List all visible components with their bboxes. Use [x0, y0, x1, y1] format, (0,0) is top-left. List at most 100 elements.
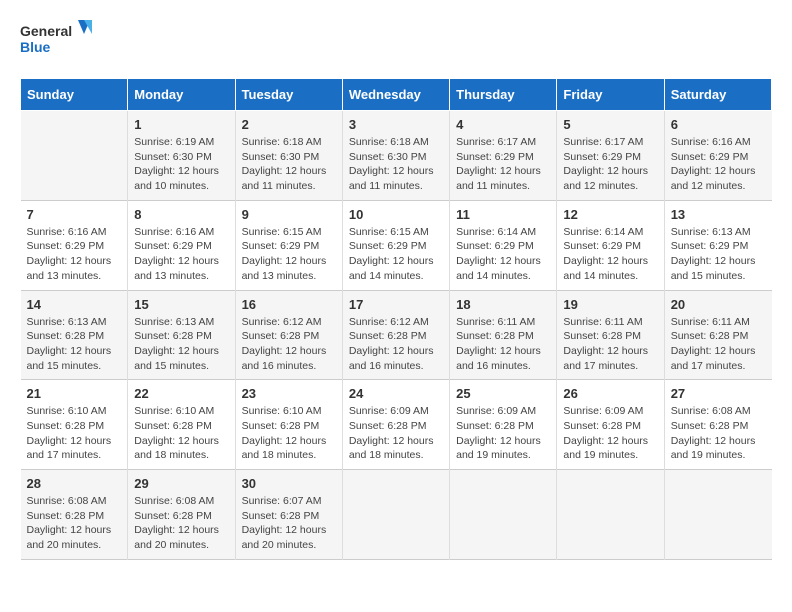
day-number: 1 [134, 117, 228, 132]
day-info: Sunrise: 6:08 AM Sunset: 6:28 PM Dayligh… [27, 494, 122, 553]
calendar-cell: 25 Sunrise: 6:09 AM Sunset: 6:28 PM Dayli… [450, 380, 557, 470]
calendar-cell: 27 Sunrise: 6:08 AM Sunset: 6:28 PM Dayli… [664, 380, 771, 470]
header-cell-thursday: Thursday [450, 79, 557, 111]
calendar-cell: 24Sunrise: 6:09 AM Sunset: 6:28 PM Dayli… [342, 380, 449, 470]
calendar-table: SundayMondayTuesdayWednesdayThursdayFrid… [20, 78, 772, 560]
calendar-week-4: 21 Sunrise: 6:10 AM Sunset: 6:28 PM Dayli… [21, 380, 772, 470]
svg-text:General: General [20, 23, 72, 39]
day-info: Sunrise: 6:13 AM Sunset: 6:28 PM Dayligh… [134, 315, 228, 374]
day-number: 19 [563, 297, 657, 312]
calendar-cell [21, 111, 128, 201]
day-info: Sunrise: 6:19 AM Sunset: 6:30 PM Dayligh… [134, 135, 228, 194]
calendar-week-5: 28 Sunrise: 6:08 AM Sunset: 6:28 PM Dayli… [21, 470, 772, 560]
calendar-week-1: 1 Sunrise: 6:19 AM Sunset: 6:30 PM Daylig… [21, 111, 772, 201]
calendar-cell: 16 Sunrise: 6:12 AM Sunset: 6:28 PM Dayli… [235, 290, 342, 380]
calendar-cell: 15 Sunrise: 6:13 AM Sunset: 6:28 PM Dayli… [128, 290, 235, 380]
day-number: 3 [349, 117, 443, 132]
logo-svg: GeneralBlue [20, 20, 100, 62]
calendar-cell: 29 Sunrise: 6:08 AM Sunset: 6:28 PM Dayli… [128, 470, 235, 560]
day-info: Sunrise: 6:12 AM Sunset: 6:28 PM Dayligh… [349, 315, 443, 374]
day-info: Sunrise: 6:08 AM Sunset: 6:28 PM Dayligh… [671, 404, 766, 463]
day-number: 7 [27, 207, 122, 222]
day-info: Sunrise: 6:10 AM Sunset: 6:28 PM Dayligh… [134, 404, 228, 463]
day-number: 22 [134, 386, 228, 401]
day-info: Sunrise: 6:12 AM Sunset: 6:28 PM Dayligh… [242, 315, 336, 374]
day-info: Sunrise: 6:17 AM Sunset: 6:29 PM Dayligh… [456, 135, 550, 194]
calendar-cell [664, 470, 771, 560]
header-cell-tuesday: Tuesday [235, 79, 342, 111]
calendar-cell: 3Sunrise: 6:18 AM Sunset: 6:30 PM Daylig… [342, 111, 449, 201]
day-info: Sunrise: 6:13 AM Sunset: 6:28 PM Dayligh… [27, 315, 122, 374]
calendar-cell: 11Sunrise: 6:14 AM Sunset: 6:29 PM Dayli… [450, 200, 557, 290]
calendar-cell: 18 Sunrise: 6:11 AM Sunset: 6:28 PM Dayli… [450, 290, 557, 380]
calendar-cell: 10 Sunrise: 6:15 AM Sunset: 6:29 PM Dayli… [342, 200, 449, 290]
day-number: 10 [349, 207, 443, 222]
calendar-cell: 20 Sunrise: 6:11 AM Sunset: 6:28 PM Dayli… [664, 290, 771, 380]
day-info: Sunrise: 6:10 AM Sunset: 6:28 PM Dayligh… [27, 404, 122, 463]
day-info: Sunrise: 6:16 AM Sunset: 6:29 PM Dayligh… [27, 225, 122, 284]
day-info: Sunrise: 6:13 AM Sunset: 6:29 PM Dayligh… [671, 225, 766, 284]
day-info: Sunrise: 6:14 AM Sunset: 6:29 PM Dayligh… [563, 225, 657, 284]
calendar-cell: 14 Sunrise: 6:13 AM Sunset: 6:28 PM Dayli… [21, 290, 128, 380]
day-info: Sunrise: 6:11 AM Sunset: 6:28 PM Dayligh… [563, 315, 657, 374]
calendar-week-3: 14 Sunrise: 6:13 AM Sunset: 6:28 PM Dayli… [21, 290, 772, 380]
calendar-cell [342, 470, 449, 560]
day-info: Sunrise: 6:16 AM Sunset: 6:29 PM Dayligh… [134, 225, 228, 284]
calendar-cell: 1 Sunrise: 6:19 AM Sunset: 6:30 PM Daylig… [128, 111, 235, 201]
day-info: Sunrise: 6:18 AM Sunset: 6:30 PM Dayligh… [242, 135, 336, 194]
calendar-cell: 22 Sunrise: 6:10 AM Sunset: 6:28 PM Dayli… [128, 380, 235, 470]
calendar-cell: 8 Sunrise: 6:16 AM Sunset: 6:29 PM Daylig… [128, 200, 235, 290]
day-info: Sunrise: 6:15 AM Sunset: 6:29 PM Dayligh… [349, 225, 443, 284]
header-cell-friday: Friday [557, 79, 664, 111]
day-number: 8 [134, 207, 228, 222]
header-cell-monday: Monday [128, 79, 235, 111]
day-info: Sunrise: 6:10 AM Sunset: 6:28 PM Dayligh… [242, 404, 336, 463]
day-number: 9 [242, 207, 336, 222]
day-number: 25 [456, 386, 550, 401]
day-info: Sunrise: 6:17 AM Sunset: 6:29 PM Dayligh… [563, 135, 657, 194]
day-info: Sunrise: 6:11 AM Sunset: 6:28 PM Dayligh… [456, 315, 550, 374]
calendar-cell: 23Sunrise: 6:10 AM Sunset: 6:28 PM Dayli… [235, 380, 342, 470]
day-number: 15 [134, 297, 228, 312]
calendar-cell [557, 470, 664, 560]
day-number: 28 [27, 476, 122, 491]
day-number: 30 [242, 476, 336, 491]
header-row: SundayMondayTuesdayWednesdayThursdayFrid… [21, 79, 772, 111]
day-info: Sunrise: 6:08 AM Sunset: 6:28 PM Dayligh… [134, 494, 228, 553]
day-number: 2 [242, 117, 336, 132]
day-number: 27 [671, 386, 766, 401]
calendar-week-2: 7 Sunrise: 6:16 AM Sunset: 6:29 PM Daylig… [21, 200, 772, 290]
calendar-cell: 13 Sunrise: 6:13 AM Sunset: 6:29 PM Dayli… [664, 200, 771, 290]
day-number: 21 [27, 386, 122, 401]
day-number: 20 [671, 297, 766, 312]
day-number: 16 [242, 297, 336, 312]
page-header: GeneralBlue [20, 20, 772, 62]
calendar-cell: 28 Sunrise: 6:08 AM Sunset: 6:28 PM Dayli… [21, 470, 128, 560]
calendar-cell: 12Sunrise: 6:14 AM Sunset: 6:29 PM Dayli… [557, 200, 664, 290]
day-info: Sunrise: 6:09 AM Sunset: 6:28 PM Dayligh… [456, 404, 550, 463]
day-number: 6 [671, 117, 766, 132]
day-info: Sunrise: 6:14 AM Sunset: 6:29 PM Dayligh… [456, 225, 550, 284]
calendar-cell: 9 Sunrise: 6:15 AM Sunset: 6:29 PM Daylig… [235, 200, 342, 290]
day-info: Sunrise: 6:07 AM Sunset: 6:28 PM Dayligh… [242, 494, 336, 553]
day-number: 4 [456, 117, 550, 132]
header-cell-wednesday: Wednesday [342, 79, 449, 111]
day-number: 13 [671, 207, 766, 222]
svg-text:Blue: Blue [20, 39, 51, 55]
calendar-cell: 2 Sunrise: 6:18 AM Sunset: 6:30 PM Daylig… [235, 111, 342, 201]
calendar-cell: 4 Sunrise: 6:17 AM Sunset: 6:29 PM Daylig… [450, 111, 557, 201]
day-number: 18 [456, 297, 550, 312]
day-info: Sunrise: 6:11 AM Sunset: 6:28 PM Dayligh… [671, 315, 766, 374]
header-cell-sunday: Sunday [21, 79, 128, 111]
day-info: Sunrise: 6:15 AM Sunset: 6:29 PM Dayligh… [242, 225, 336, 284]
day-number: 14 [27, 297, 122, 312]
day-number: 29 [134, 476, 228, 491]
day-number: 5 [563, 117, 657, 132]
logo: GeneralBlue [20, 20, 100, 62]
calendar-cell: 21 Sunrise: 6:10 AM Sunset: 6:28 PM Dayli… [21, 380, 128, 470]
day-number: 24 [349, 386, 443, 401]
calendar-cell [450, 470, 557, 560]
calendar-cell: 17 Sunrise: 6:12 AM Sunset: 6:28 PM Dayli… [342, 290, 449, 380]
day-number: 17 [349, 297, 443, 312]
calendar-cell: 19 Sunrise: 6:11 AM Sunset: 6:28 PM Dayli… [557, 290, 664, 380]
